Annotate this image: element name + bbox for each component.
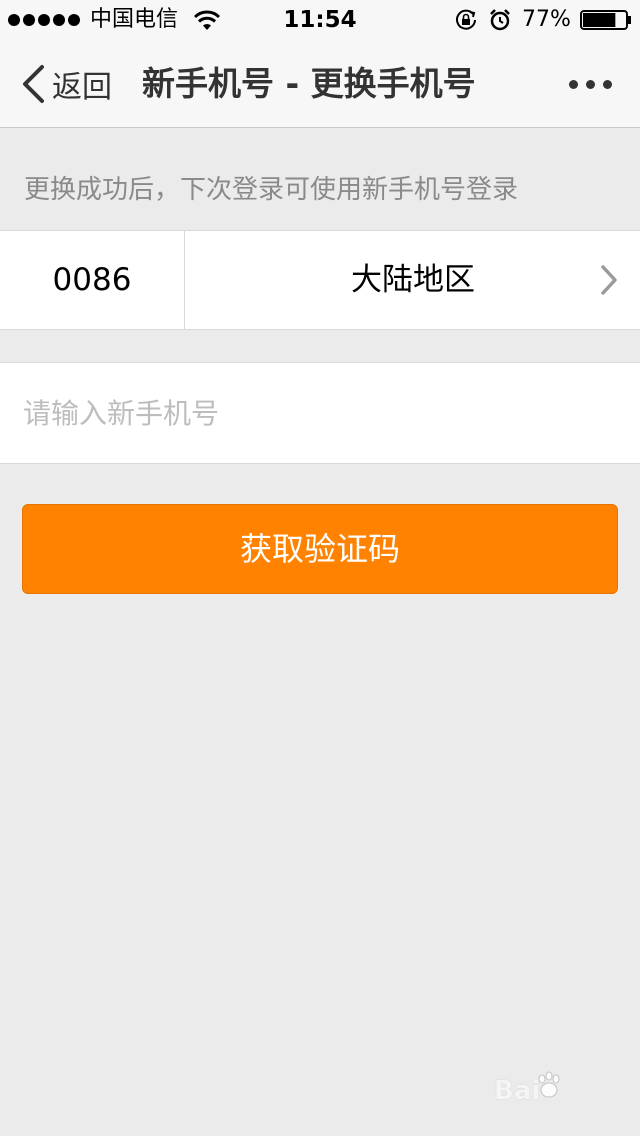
screen: 中国电信 11:54 77% 返回 新手机号 - 更换手机号 更换成功后，下次登… [0, 0, 640, 1136]
top-bar: 中国电信 11:54 77% 返回 新手机号 - 更换手机号 [0, 0, 640, 128]
phone-number-input[interactable] [0, 363, 640, 463]
chevron-left-icon [23, 65, 44, 103]
hint-text: 更换成功后，下次登录可使用新手机号登录 [24, 175, 519, 205]
phone-row [0, 362, 640, 464]
alarm-icon [490, 9, 510, 31]
rotation-lock-icon [456, 9, 476, 30]
get-code-button[interactable]: 获取验证码 [22, 504, 618, 594]
region-label: 大陆地区 [351, 262, 475, 298]
country-code[interactable]: 0086 [0, 231, 185, 329]
battery-icon [580, 10, 631, 30]
back-label: 返回 [52, 70, 112, 105]
more-button[interactable] [560, 62, 620, 106]
battery-percent: 77% [522, 7, 571, 32]
more-icon [568, 79, 578, 89]
baidu-paw-icon [538, 1071, 560, 1098]
chevron-right-icon [601, 265, 617, 295]
region-selector[interactable]: 大陆地区 [186, 231, 640, 329]
back-button[interactable]: 返回 [20, 62, 112, 106]
region-row: 0086 大陆地区 [0, 230, 640, 330]
page-title: 新手机号 - 更换手机号 [142, 64, 476, 103]
status-bar: 中国电信 11:54 77% [0, 0, 640, 40]
nav-bar: 返回 新手机号 - 更换手机号 [0, 40, 640, 128]
watermark: Bai [488, 1066, 618, 1126]
